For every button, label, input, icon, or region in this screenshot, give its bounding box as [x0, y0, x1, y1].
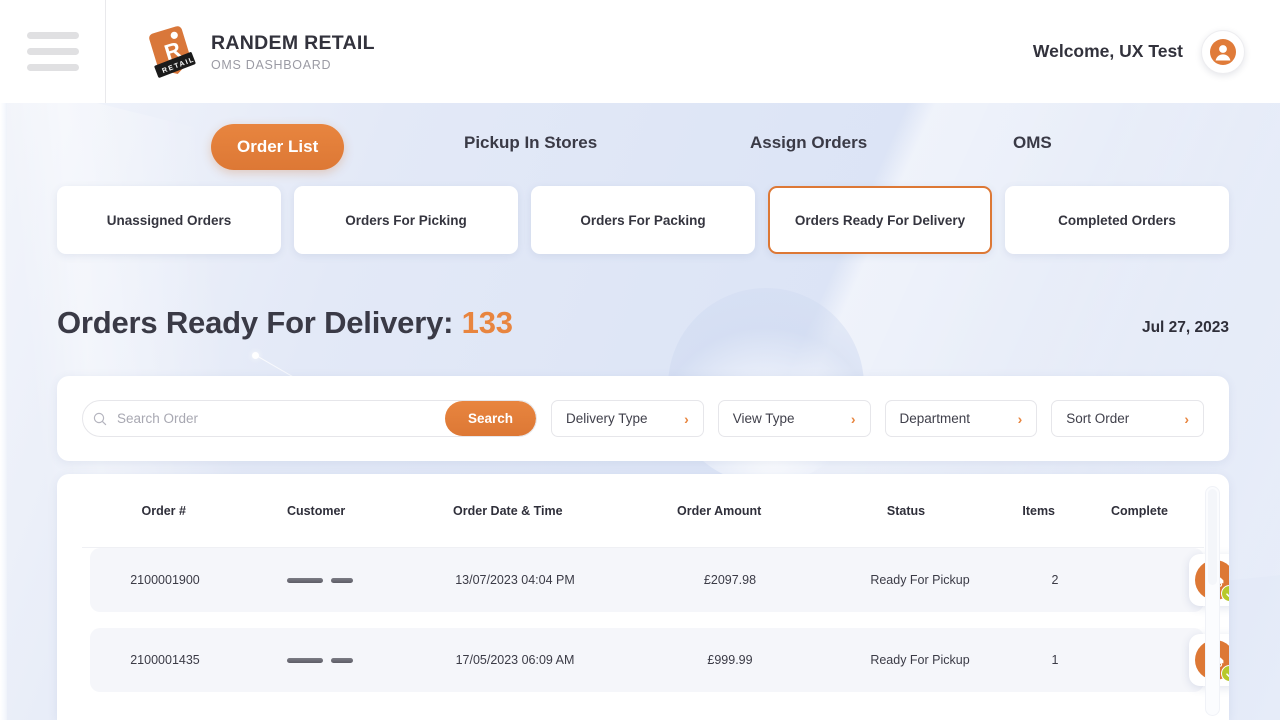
tab-oms[interactable]: OMS [1013, 133, 1052, 153]
table-row[interactable]: 2100001900 13/07/2023 04:04 PM £2097.98 … [90, 548, 1204, 612]
page-title-row: Orders Ready For Delivery: 133 Jul 27, 2… [57, 305, 1229, 341]
dropdown-sort-order[interactable]: Sort Order › [1051, 400, 1204, 437]
main-tab-bar: Order List Pickup In Stores Assign Order… [0, 124, 1280, 176]
tab-order-list[interactable]: Order List [211, 124, 344, 170]
dropdown-delivery-type-label: Delivery Type [566, 411, 648, 426]
column-header-items: Items [994, 504, 1082, 518]
table-row[interactable]: 2100001435 17/05/2023 06:09 AM £999.99 R… [90, 628, 1204, 692]
status-badge: Ready For Pickup [830, 653, 1010, 667]
cell-order-number: 2100001435 [90, 653, 240, 667]
orders-table: Order # Customer Order Date & Time Order… [57, 474, 1229, 720]
column-header-date: Order Date & Time [395, 504, 621, 518]
filter-bar: Search Delivery Type › View Type › Depar… [57, 376, 1229, 461]
sidebar-item-unassigned-orders[interactable]: Unassigned Orders [57, 186, 281, 254]
cell-customer-redacted [240, 658, 400, 663]
brand-name: RANDEM RETAIL [211, 32, 375, 55]
search-box[interactable]: Search [82, 400, 537, 437]
cell-order-number: 2100001900 [90, 573, 240, 587]
column-header-complete: Complete [1083, 504, 1196, 518]
background-accent-dot [252, 352, 259, 359]
page-title-count: 133 [462, 305, 513, 340]
dropdown-delivery-type[interactable]: Delivery Type › [551, 400, 704, 437]
user-icon [1210, 39, 1236, 65]
left-edge-strip [0, 0, 7, 720]
table-scrollbar-thumb[interactable] [1208, 489, 1217, 585]
check-badge-icon [1221, 585, 1229, 602]
top-bar-right: Welcome, UX Test [1033, 30, 1280, 74]
dropdown-view-type[interactable]: View Type › [718, 400, 871, 437]
cell-items-count: 1 [1010, 653, 1100, 667]
search-input[interactable] [117, 401, 445, 436]
page-title: Orders Ready For Delivery: 133 [57, 305, 513, 341]
sidebar-item-orders-for-packing[interactable]: Orders For Packing [531, 186, 755, 254]
sidebar-item-orders-ready-for-delivery[interactable]: Orders Ready For Delivery [768, 186, 992, 254]
chevron-right-icon: › [1018, 411, 1023, 427]
chevron-right-icon: › [1184, 411, 1189, 427]
page-date: Jul 27, 2023 [1142, 319, 1229, 341]
cell-customer-redacted [240, 578, 400, 583]
search-button[interactable]: Search [445, 401, 536, 436]
cell-items-count: 2 [1010, 573, 1100, 587]
sub-tab-bar: Unassigned Orders Orders For Picking Ord… [57, 186, 1229, 254]
page-title-text: Orders Ready For Delivery: [57, 305, 453, 340]
hamburger-icon[interactable] [27, 32, 79, 71]
oms-dashboard-page: R RETAIL RANDEM RETAIL OMS DASHBOARD Wel… [0, 0, 1280, 720]
column-header-order: Order # [90, 504, 237, 518]
dropdown-department-label: Department [900, 411, 971, 426]
chevron-right-icon: › [851, 411, 856, 427]
cell-order-date: 17/05/2023 06:09 AM [400, 653, 630, 667]
randem-retail-logo-icon: R RETAIL [145, 23, 197, 81]
welcome-text: Welcome, UX Test [1033, 41, 1183, 62]
column-header-customer: Customer [237, 504, 394, 518]
top-bar: R RETAIL RANDEM RETAIL OMS DASHBOARD Wel… [0, 0, 1280, 103]
brand-subtitle: OMS DASHBOARD [211, 58, 375, 72]
check-badge-icon [1221, 665, 1229, 682]
sidebar-item-orders-for-picking[interactable]: Orders For Picking [294, 186, 518, 254]
status-badge: Ready For Pickup [830, 573, 1010, 587]
search-icon [83, 412, 117, 426]
cell-order-amount: £999.99 [630, 653, 830, 667]
table-header-row: Order # Customer Order Date & Time Order… [82, 474, 1204, 548]
column-header-amount: Order Amount [621, 504, 818, 518]
column-header-status: Status [818, 504, 995, 518]
tab-assign-orders[interactable]: Assign Orders [750, 133, 867, 153]
chevron-right-icon: › [684, 411, 689, 427]
dropdown-view-type-label: View Type [733, 411, 795, 426]
dropdown-department[interactable]: Department › [885, 400, 1038, 437]
cell-order-date: 13/07/2023 04:04 PM [400, 573, 630, 587]
avatar[interactable] [1201, 30, 1245, 74]
tab-pickup-in-stores[interactable]: Pickup In Stores [464, 133, 597, 153]
dropdown-sort-order-label: Sort Order [1066, 411, 1129, 426]
brand[interactable]: R RETAIL RANDEM RETAIL OMS DASHBOARD [106, 23, 375, 81]
sidebar-item-completed-orders[interactable]: Completed Orders [1005, 186, 1229, 254]
menu-toggle-zone[interactable] [0, 0, 106, 103]
cell-order-amount: £2097.98 [630, 573, 830, 587]
